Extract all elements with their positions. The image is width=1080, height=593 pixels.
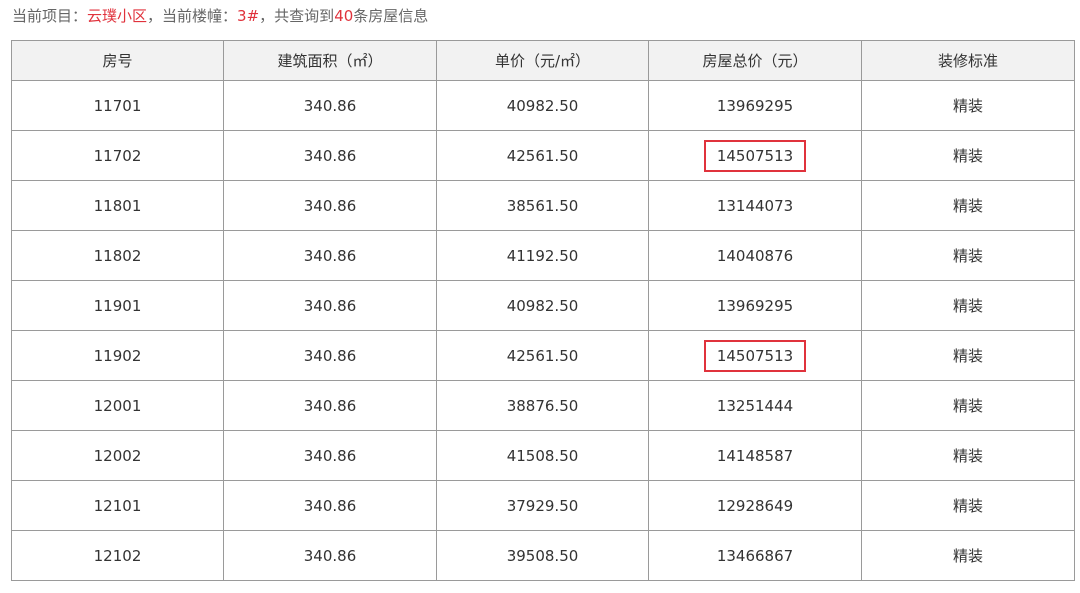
table-row: 11802 340.86 41192.50 14040876 精装: [11, 230, 1075, 281]
room-number-cell: 11701: [11, 80, 224, 131]
unit-price-cell: 42561.50: [436, 330, 649, 381]
table-row: 11901 340.86 40982.50 13969295 精装: [11, 280, 1075, 331]
decoration-cell: 精装: [861, 180, 1075, 231]
header-room: 房号: [11, 40, 224, 81]
house-table: 房号 建筑面积（㎡） 单价（元/㎡） 房屋总价（元） 装修标准 11701 340…: [11, 40, 1075, 581]
table-row: 12101 340.86 37929.50 12928649 精装: [11, 480, 1075, 531]
table-row: 11702 340.86 42561.50 14507513 精装: [11, 130, 1075, 181]
area-cell: 340.86: [223, 180, 437, 231]
result-count: 40: [334, 7, 354, 25]
project-label: 当前项目：: [12, 7, 88, 25]
unit-price-cell: 41192.50: [436, 230, 649, 281]
decoration-cell: 精装: [861, 130, 1075, 181]
unit-price-cell: 39508.50: [436, 530, 649, 581]
room-number-cell: 12102: [11, 530, 224, 581]
building-name: 3#: [237, 7, 260, 25]
count-label: ，共查询到: [259, 7, 335, 25]
room-number-cell: 11702: [11, 130, 224, 181]
table-row: 12001 340.86 38876.50 13251444 精装: [11, 380, 1075, 431]
area-cell: 340.86: [223, 480, 437, 531]
total-price-cell: 14040876: [648, 230, 862, 281]
decoration-cell: 精装: [861, 480, 1075, 531]
total-price-cell: 13466867: [648, 530, 862, 581]
room-number-cell: 11901: [11, 280, 224, 331]
table-row: 12102 340.86 39508.50 13466867 精装: [11, 530, 1075, 581]
count-suffix: 条房屋信息: [353, 7, 429, 25]
total-price-cell: 12928649: [648, 480, 862, 531]
total-price-cell: 14507513: [648, 130, 862, 181]
unit-price-cell: 38876.50: [436, 380, 649, 431]
table-row: 11701 340.86 40982.50 13969295 精装: [11, 80, 1075, 131]
room-number-cell: 11801: [11, 180, 224, 231]
building-label: ，当前楼幢：: [147, 7, 238, 25]
table-header-row: 房号 建筑面积（㎡） 单价（元/㎡） 房屋总价（元） 装修标准: [11, 40, 1075, 81]
header-total-price: 房屋总价（元）: [648, 40, 862, 81]
unit-price-cell: 42561.50: [436, 130, 649, 181]
area-cell: 340.86: [223, 80, 437, 131]
room-number-cell: 11902: [11, 330, 224, 381]
decoration-cell: 精装: [861, 330, 1075, 381]
highlighted-total-price: 14507513: [703, 339, 807, 372]
room-number-cell: 12001: [11, 380, 224, 431]
highlighted-total-price: 14507513: [703, 139, 807, 172]
unit-price-cell: 41508.50: [436, 430, 649, 481]
header-decoration: 装修标准: [861, 40, 1075, 81]
decoration-cell: 精装: [861, 530, 1075, 581]
header-unit-price: 单价（元/㎡）: [436, 40, 649, 81]
total-price-cell: 13969295: [648, 80, 862, 131]
decoration-cell: 精装: [861, 280, 1075, 331]
room-number-cell: 12002: [11, 430, 224, 481]
table-row: 11801 340.86 38561.50 13144073 精装: [11, 180, 1075, 231]
table-row: 11902 340.86 42561.50 14507513 精装: [11, 330, 1075, 381]
decoration-cell: 精装: [861, 80, 1075, 131]
header-area: 建筑面积（㎡）: [223, 40, 437, 81]
query-summary: 当前项目：云璞小区，当前楼幢：3#，共查询到40条房屋信息: [12, 6, 428, 26]
area-cell: 340.86: [223, 280, 437, 331]
area-cell: 340.86: [223, 330, 437, 381]
area-cell: 340.86: [223, 230, 437, 281]
total-price-cell: 14148587: [648, 430, 862, 481]
decoration-cell: 精装: [861, 230, 1075, 281]
unit-price-cell: 38561.50: [436, 180, 649, 231]
total-price-cell: 13251444: [648, 380, 862, 431]
decoration-cell: 精装: [861, 430, 1075, 481]
total-price-cell: 14507513: [648, 330, 862, 381]
unit-price-cell: 37929.50: [436, 480, 649, 531]
room-number-cell: 12101: [11, 480, 224, 531]
area-cell: 340.86: [223, 530, 437, 581]
table-body: 11701 340.86 40982.50 13969295 精装 11702 340.86…: [11, 80, 1075, 581]
table-row: 12002 340.86 41508.50 14148587 精装: [11, 430, 1075, 481]
unit-price-cell: 40982.50: [436, 280, 649, 331]
total-price-cell: 13969295: [648, 280, 862, 331]
area-cell: 340.86: [223, 430, 437, 481]
room-number-cell: 11802: [11, 230, 224, 281]
area-cell: 340.86: [223, 130, 437, 181]
area-cell: 340.86: [223, 380, 437, 431]
decoration-cell: 精装: [861, 380, 1075, 431]
total-price-cell: 13144073: [648, 180, 862, 231]
project-name: 云璞小区: [87, 7, 148, 25]
unit-price-cell: 40982.50: [436, 80, 649, 131]
